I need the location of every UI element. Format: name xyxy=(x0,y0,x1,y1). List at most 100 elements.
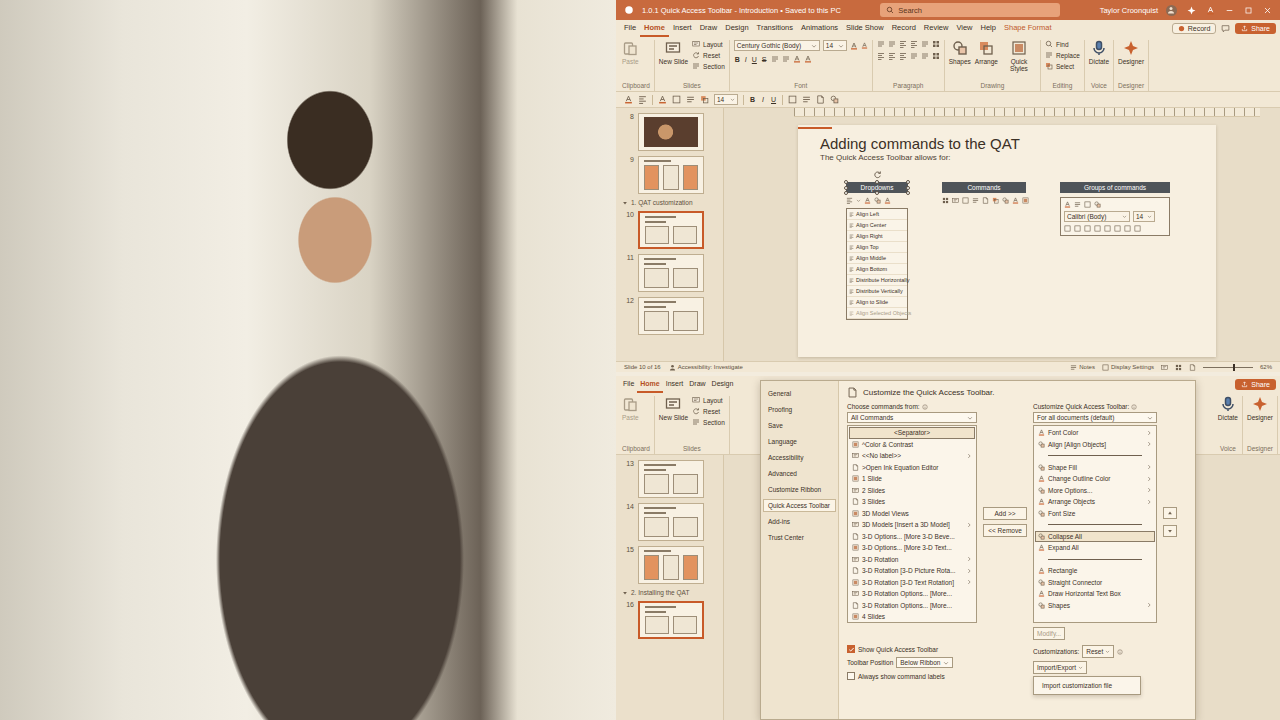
separator-item[interactable] xyxy=(1035,519,1155,531)
slide-row[interactable]: 14 xyxy=(622,503,717,541)
menu-tab[interactable]: Draw xyxy=(686,376,708,393)
layout-button[interactable]: Layout xyxy=(692,396,725,404)
command-item[interactable]: >Open Ink Equation Editor xyxy=(849,462,975,474)
toolbar-command-item[interactable]: Straight Connector xyxy=(1035,577,1155,589)
sidebar-item[interactable]: Save xyxy=(763,419,836,432)
qat-format-button[interactable]: B xyxy=(749,96,756,103)
menu-tab[interactable]: Slide Show xyxy=(842,20,888,37)
slide-thumbnail[interactable] xyxy=(638,460,704,498)
sidebar-item[interactable]: Proofing xyxy=(763,403,836,416)
section-label[interactable]: 1. QAT customization xyxy=(622,199,717,206)
quick-styles-button[interactable]: Quick Styles xyxy=(1002,40,1036,72)
command-item[interactable]: 3-D Rotation Options... [More... xyxy=(849,600,975,612)
reset-button[interactable]: Reset xyxy=(1082,645,1114,658)
dropdown-item[interactable]: Align Center xyxy=(847,220,907,231)
selection-handle[interactable] xyxy=(906,180,910,184)
menu-tab[interactable]: Record xyxy=(888,20,920,37)
toolbar-command-item[interactable]: Rectangle xyxy=(1035,565,1155,577)
choose-commands-select[interactable]: All Commands xyxy=(847,412,977,423)
menu-tab[interactable]: Shape Format xyxy=(1000,20,1056,37)
dropdown-item[interactable]: Distribute Vertically xyxy=(847,286,907,297)
menu-tab[interactable]: Draw xyxy=(696,20,722,37)
command-item[interactable]: ^Color & Contrast xyxy=(849,439,975,451)
slide-title[interactable]: Adding commands to the QAT xyxy=(820,135,1194,152)
command-item[interactable]: 3-D Options... [More 3-D Text... xyxy=(849,542,975,554)
selection-handle[interactable] xyxy=(844,180,848,184)
dictate-button[interactable]: Dictate xyxy=(1089,40,1109,65)
find-button[interactable]: Find xyxy=(1045,40,1080,48)
selection-handle[interactable] xyxy=(875,180,879,184)
designer-button[interactable]: Designer xyxy=(1118,40,1144,65)
sidebar-item[interactable]: Customize Ribbon xyxy=(763,483,836,496)
section-label[interactable]: 2. Installing the QAT xyxy=(622,589,717,596)
zoom-slider[interactable] xyxy=(1203,367,1253,368)
search-box[interactable]: Search xyxy=(880,3,1060,17)
format-button[interactable]: I xyxy=(744,56,748,63)
dropdown-item[interactable]: Align Bottom xyxy=(847,264,907,275)
command-item[interactable]: <<No label>> xyxy=(849,450,975,462)
menu-tab[interactable]: View xyxy=(952,20,976,37)
command-item[interactable]: 3-D Options... [More 3-D Beve... xyxy=(849,531,975,543)
command-item[interactable]: 3-D Rotation [3-D Text Rotation] xyxy=(849,577,975,589)
dictate-button[interactable]: Dictate xyxy=(1218,396,1238,421)
slide-row[interactable]: 12 xyxy=(622,297,717,335)
dropdown-item[interactable]: Align Right xyxy=(847,231,907,242)
section-button[interactable]: Section xyxy=(692,418,725,426)
command-item[interactable]: 1 Slide xyxy=(849,473,975,485)
new-slide-button[interactable]: New Slide xyxy=(659,40,688,65)
menu-tab[interactable]: File xyxy=(620,20,640,37)
diagram-label[interactable]: Groups of commands xyxy=(1060,182,1170,193)
toolbar-command-item[interactable]: Draw Horizontal Text Box xyxy=(1035,588,1155,600)
slide-thumbnail[interactable] xyxy=(638,503,704,541)
remove-button[interactable]: << Remove xyxy=(983,524,1027,537)
replace-button[interactable]: Replace xyxy=(1045,51,1080,59)
section-button[interactable]: Section xyxy=(692,62,725,70)
slide-thumbnail[interactable] xyxy=(638,254,704,292)
menu-tab[interactable]: Home xyxy=(637,376,662,393)
record-button[interactable]: Record xyxy=(1172,23,1217,34)
menu-tab[interactable]: Home xyxy=(640,20,669,37)
sidebar-item[interactable]: Accessibility xyxy=(763,451,836,464)
slide-thumbnail[interactable] xyxy=(638,211,704,249)
separator-item[interactable] xyxy=(1035,450,1155,462)
dropdown-item[interactable]: Align Left xyxy=(847,209,907,220)
dropdown-item[interactable]: Align Middle xyxy=(847,253,907,264)
designer-button[interactable]: Designer xyxy=(1247,396,1273,421)
dropdown-item[interactable]: Distribute Horizontally xyxy=(847,275,907,286)
dropdown-item[interactable]: Align to Slide xyxy=(847,297,907,308)
format-button[interactable]: S xyxy=(761,56,768,63)
format-button[interactable]: U xyxy=(751,56,758,63)
slide-thumbnail[interactable] xyxy=(638,113,704,151)
layout-button[interactable]: Layout xyxy=(692,40,725,48)
move-down-button[interactable] xyxy=(1163,525,1177,537)
sidebar-item[interactable]: Advanced xyxy=(763,467,836,480)
toolbar-command-item[interactable]: More Options... xyxy=(1035,485,1155,497)
menu-tab[interactable]: Insert xyxy=(663,376,687,393)
share-button[interactable]: Share xyxy=(1235,23,1276,34)
command-item[interactable]: 3-D Rotation Options... [More... xyxy=(849,588,975,600)
slide-row[interactable]: 15 xyxy=(622,546,717,584)
display-settings-button[interactable]: Display Settings xyxy=(1102,364,1154,371)
toolbar-command-item[interactable]: Shapes xyxy=(1035,600,1155,612)
paste-button[interactable]: Paste xyxy=(622,40,639,65)
menu-tab[interactable]: Design xyxy=(709,376,737,393)
sidebar-item[interactable]: General xyxy=(763,387,836,400)
show-toolbar-checkbox[interactable]: Show Quick Access Toolbar xyxy=(847,645,1027,653)
import-export-button[interactable]: Import/Export xyxy=(1033,661,1087,674)
selection-handle[interactable] xyxy=(844,186,848,190)
menu-tab[interactable]: Help xyxy=(977,20,1000,37)
command-item[interactable]: 3 Slides xyxy=(849,496,975,508)
toolbar-command-item[interactable]: Expand All xyxy=(1035,542,1155,554)
format-button[interactable]: B xyxy=(734,56,741,63)
sidebar-item[interactable]: Add-ins xyxy=(763,515,836,528)
slide-row[interactable]: 16 xyxy=(622,601,717,639)
move-up-button[interactable] xyxy=(1163,507,1177,519)
slide-row[interactable]: 13 xyxy=(622,460,717,498)
separator-item[interactable] xyxy=(1035,554,1155,566)
paste-button[interactable]: Paste xyxy=(622,396,639,421)
sidebar-item[interactable]: Quick Access Toolbar xyxy=(763,499,836,512)
reset-button[interactable]: Reset xyxy=(692,407,725,415)
toolbar-command-item[interactable]: Arrange Objects xyxy=(1035,496,1155,508)
slide-thumbnail[interactable] xyxy=(638,156,704,194)
slide-subtitle[interactable]: The Quick Access Toolbar allows for: xyxy=(820,153,1194,162)
